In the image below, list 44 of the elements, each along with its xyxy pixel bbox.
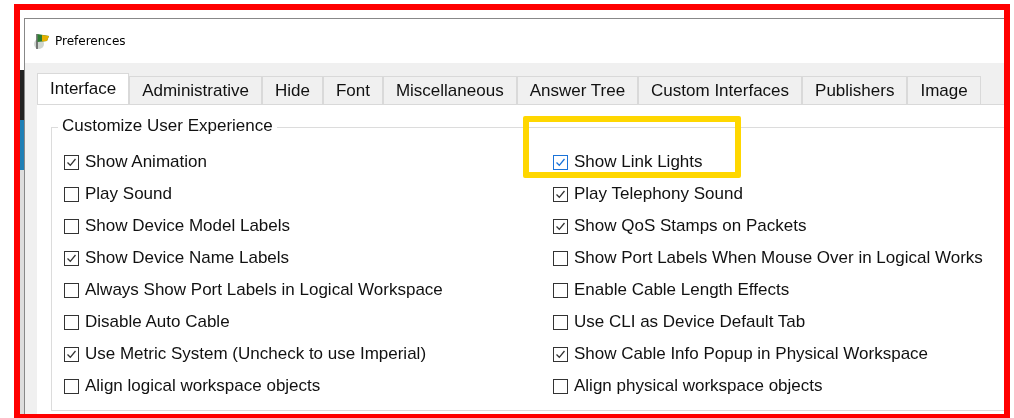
checkbox[interactable]: [553, 314, 568, 330]
checkbox[interactable]: [553, 154, 568, 170]
tab[interactable]: Image: [907, 76, 981, 104]
checkbox[interactable]: [64, 250, 79, 266]
checkbox[interactable]: [64, 154, 79, 170]
checkbox[interactable]: [553, 218, 568, 234]
group-title: Customize User Experience: [58, 116, 277, 136]
tab[interactable]: Custom Interfaces: [638, 76, 803, 104]
checkbox[interactable]: [64, 314, 79, 330]
checkbox-option[interactable]: Disable Auto Cable: [64, 312, 230, 332]
checkbox[interactable]: [64, 346, 79, 362]
checkbox[interactable]: [553, 378, 568, 394]
checkbox[interactable]: [64, 282, 79, 298]
checkbox-option[interactable]: Align physical workspace objects: [553, 376, 823, 396]
checkbox[interactable]: [553, 186, 568, 202]
tab[interactable]: Font: [322, 76, 383, 104]
checkbox-option[interactable]: Show Link Lights: [553, 152, 703, 172]
tab[interactable]: Answer Tree: [516, 76, 639, 104]
flag-icon: [33, 32, 51, 50]
checkbox-option[interactable]: Use CLI as Device Default Tab: [553, 312, 806, 332]
checkbox-option[interactable]: Show Device Model Labels: [64, 216, 291, 236]
checkbox-option[interactable]: Always Show Port Labels in Logical Workspace: [64, 280, 443, 300]
checkbox[interactable]: [553, 346, 568, 362]
tab[interactable]: Hide: [261, 76, 323, 104]
checkbox[interactable]: [64, 378, 79, 394]
checkbox-option[interactable]: Play Sound: [64, 184, 172, 204]
checkbox[interactable]: [553, 250, 568, 266]
tab[interactable]: Administrative: [129, 76, 262, 104]
checkbox-option[interactable]: Enable Cable Length Effects: [553, 280, 790, 300]
checkbox-option[interactable]: Show QoS Stamps on Packets: [553, 216, 807, 236]
window-title: Preferences: [55, 34, 126, 48]
checkbox-option[interactable]: Show Port Labels When Mouse Over in Logical Works: [553, 248, 983, 268]
checkbox-option[interactable]: Show Device Name Labels: [64, 248, 290, 268]
tab[interactable]: Interface: [37, 73, 130, 104]
checkbox[interactable]: [553, 282, 568, 298]
checkbox-option[interactable]: Show Cable Info Popup in Physical Workspace: [553, 344, 929, 364]
checkbox[interactable]: [64, 186, 79, 202]
tab[interactable]: Miscellaneous: [382, 76, 517, 104]
checkbox-option[interactable]: Use Metric System (Uncheck to use Imperial): [64, 344, 427, 364]
tab[interactable]: Publishers: [802, 76, 908, 104]
checkbox-option[interactable]: Align logical workspace objects: [64, 376, 321, 396]
checkbox[interactable]: [64, 218, 79, 234]
checkbox-option[interactable]: Show Animation: [64, 152, 207, 172]
checkbox-option[interactable]: Play Telephony Sound: [553, 184, 743, 204]
